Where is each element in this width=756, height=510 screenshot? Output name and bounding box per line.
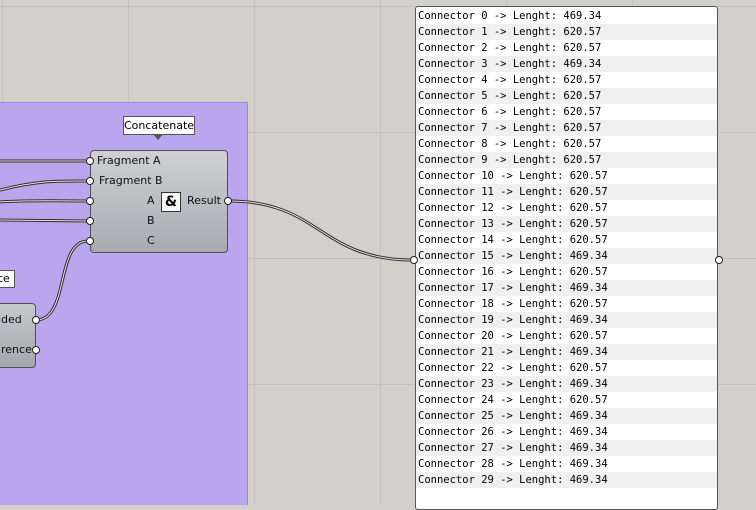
panel-row: Connector 20 -> Lenght: 620.57 — [418, 330, 608, 342]
concatenate-component[interactable]: Fragment A Fragment B A B C & Result — [86, 150, 232, 253]
panel-row: Connector 22 -> Lenght: 620.57 — [418, 362, 608, 374]
input-a-label: A — [147, 194, 155, 207]
panel-row: Connector 8 -> Lenght: 620.57 — [418, 138, 602, 150]
panel-row: Connector 19 -> Lenght: 469.34 — [416, 312, 717, 328]
input-fragment-a-label: Fragment A — [97, 154, 161, 167]
left-output-2-grip[interactable] — [32, 346, 40, 354]
panel-row: Connector 26 -> Lenght: 469.34 — [418, 426, 608, 438]
panel-row: Connector 29 -> Lenght: 469.34 — [416, 472, 717, 488]
panel-row: Connector 10 -> Lenght: 620.57 — [418, 170, 608, 182]
panel-row: Connector 4 -> Lenght: 620.57 — [418, 74, 602, 86]
panel-row: Connector 21 -> Lenght: 469.34 — [416, 344, 717, 360]
panel-row: Connector 0 -> Lenght: 469.34 — [418, 10, 602, 22]
left-output-2-label: rence — [1, 343, 32, 356]
panel-row: Connector 6 -> Lenght: 620.57 — [418, 106, 602, 118]
input-fragment-b-grip[interactable] — [86, 177, 94, 185]
output-result-grip[interactable] — [224, 197, 232, 205]
input-c-label: C — [147, 234, 155, 247]
panel-row: Connector 2 -> Lenght: 620.57 — [418, 42, 602, 54]
input-fragment-a-grip[interactable] — [86, 157, 94, 165]
left-output-1-grip[interactable] — [32, 316, 40, 324]
panel-row: Connector 5 -> Lenght: 620.57 — [416, 88, 717, 104]
output-result-label: Result — [187, 194, 221, 207]
input-a-grip[interactable] — [86, 197, 94, 205]
panel-row: Connector 13 -> Lenght: 620.57 — [416, 216, 717, 232]
panel-row: Connector 16 -> Lenght: 620.57 — [418, 266, 608, 278]
input-b-grip[interactable] — [86, 217, 94, 225]
partial-label-box: ce — [0, 270, 15, 288]
left-component[interactable]: ded rence — [0, 303, 40, 368]
panel-row: Connector 23 -> Lenght: 469.34 — [416, 376, 717, 392]
panel-row: Connector 11 -> Lenght: 620.57 — [416, 184, 717, 200]
panel-row: Connector 17 -> Lenght: 469.34 — [416, 280, 717, 296]
panel-input-grip[interactable] — [410, 256, 418, 264]
panel-rows: Connector 0 -> Lenght: 469.34 Connector 1… — [416, 8, 717, 488]
panel-row: Connector 18 -> Lenght: 620.57 — [418, 298, 608, 310]
panel-row: Connector 28 -> Lenght: 469.34 — [418, 458, 608, 470]
panel-row: Connector 1 -> Lenght: 620.57 — [416, 24, 717, 40]
panel-row: Connector 24 -> Lenght: 620.57 — [418, 394, 608, 406]
concatenate-icon: & — [161, 192, 181, 212]
input-fragment-b-label: Fragment B — [99, 174, 163, 187]
panel-row: Connector 7 -> Lenght: 620.57 — [416, 120, 717, 136]
input-b-label: B — [147, 214, 155, 227]
panel-row: Connector 15 -> Lenght: 469.34 — [416, 248, 717, 264]
input-c-grip[interactable] — [86, 237, 94, 245]
left-output-1-label: ded — [1, 313, 22, 326]
component-tooltip: Concatenate — [123, 116, 195, 140]
panel-output-grip[interactable] — [715, 256, 723, 264]
panel-row: Connector 3 -> Lenght: 469.34 — [416, 56, 717, 72]
panel-row: Connector 25 -> Lenght: 469.34 — [416, 408, 717, 424]
panel-row: Connector 14 -> Lenght: 620.57 — [418, 234, 608, 246]
panel-row: Connector 9 -> Lenght: 620.57 — [416, 152, 717, 168]
output-panel[interactable]: Connector 0 -> Lenght: 469.34 Connector 1… — [415, 6, 718, 510]
panel-row: Connector 27 -> Lenght: 469.34 — [416, 440, 717, 456]
panel-row: Connector 12 -> Lenght: 620.57 — [418, 202, 608, 214]
